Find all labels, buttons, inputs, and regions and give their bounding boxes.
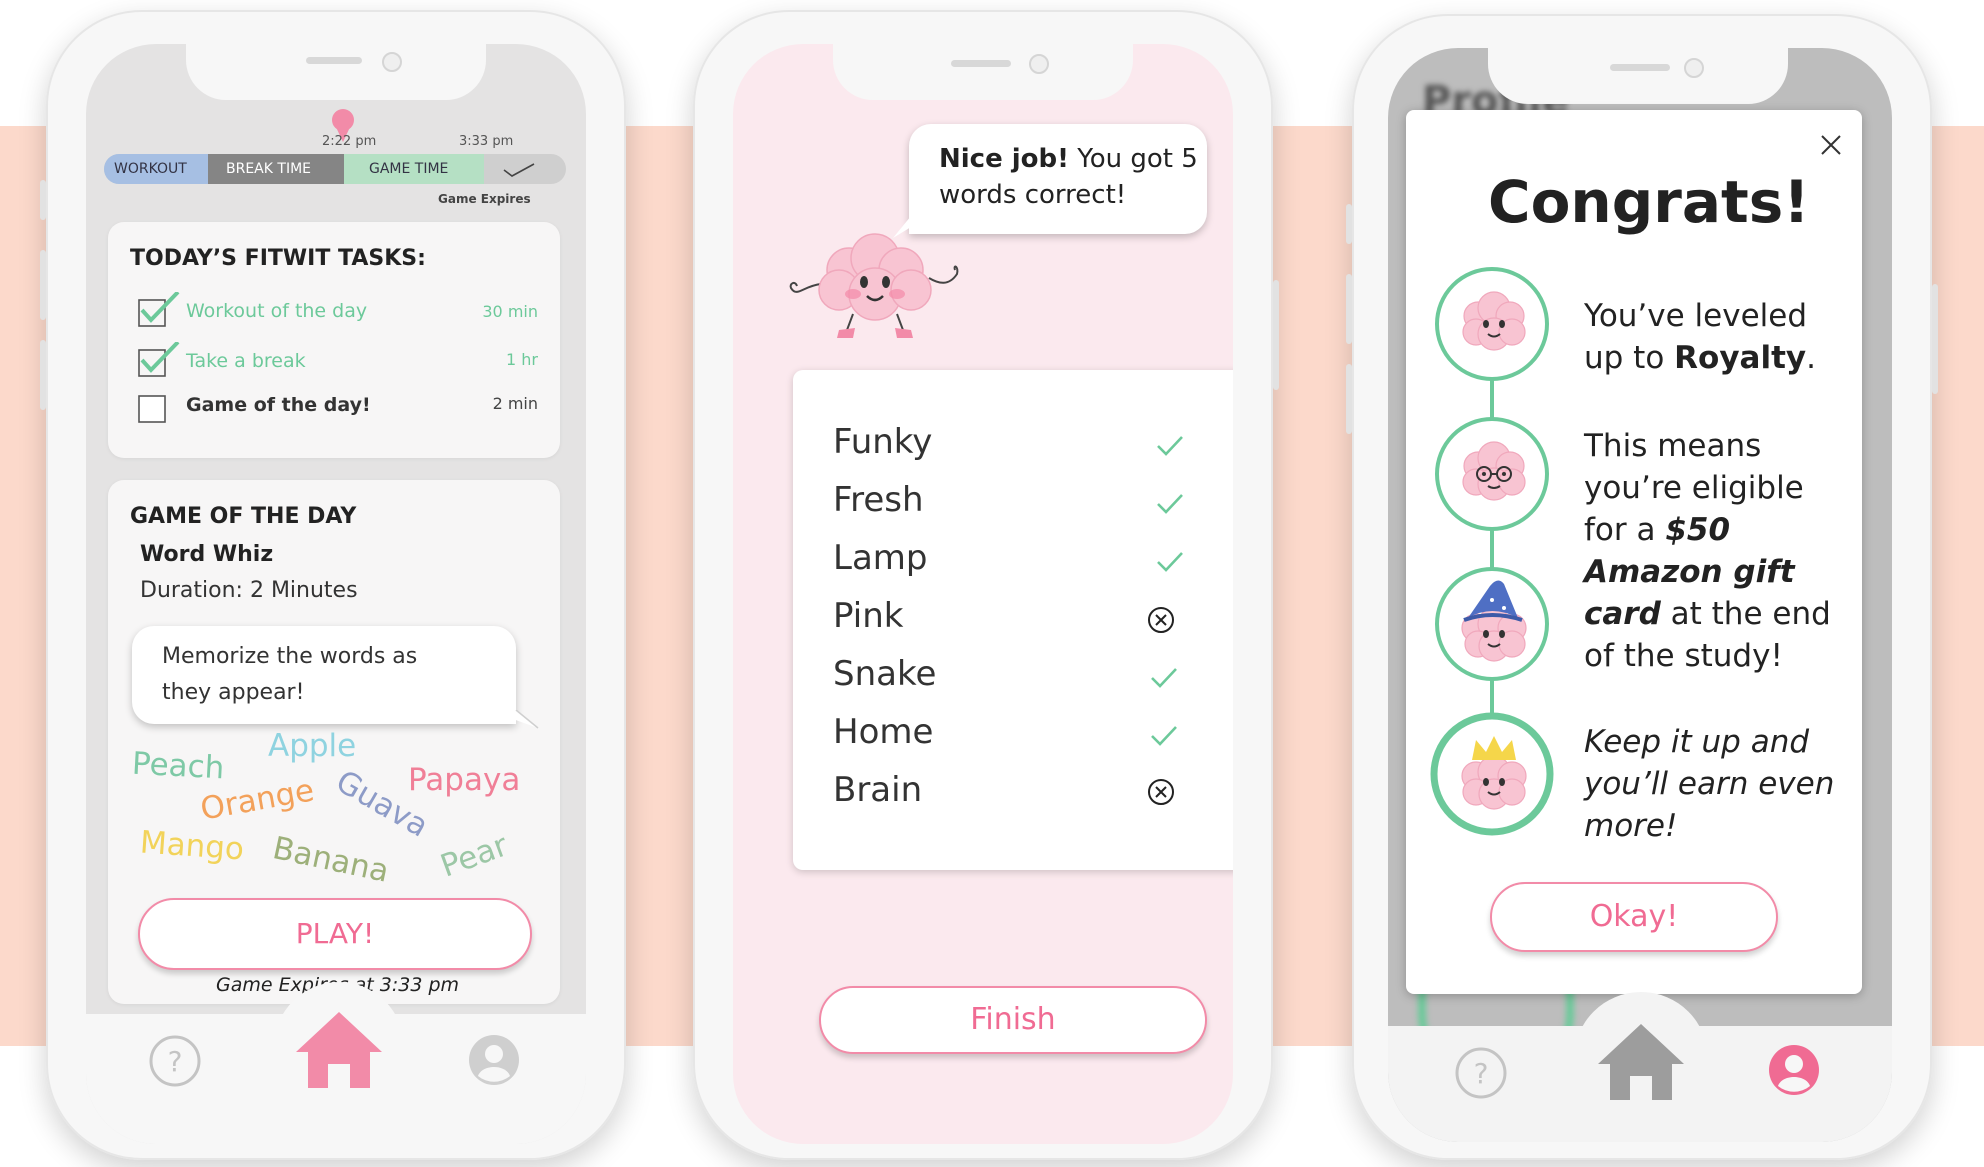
brain-mascot-icon	[789, 233, 959, 338]
reward-amount: $50	[1665, 512, 1731, 548]
word-peach: Peach	[131, 745, 226, 787]
play-button[interactable]: PLAY!	[138, 898, 532, 970]
correct-check-icon	[1151, 668, 1177, 688]
correct-check-icon	[1157, 552, 1183, 572]
result-word: Brain	[833, 770, 923, 810]
tasks-card: TODAY’S FITWIT TASKS: Workout of the day…	[108, 222, 560, 458]
brain-level-2-glasses-icon	[1435, 417, 1549, 531]
help-icon[interactable]: ?	[148, 1034, 202, 1088]
word-papaya: Papaya	[408, 762, 521, 798]
game-card: GAME OF THE DAY Word Whiz Duration: 2 Mi…	[108, 480, 560, 1004]
timeline-marker-time: 2:22 pm	[322, 134, 377, 149]
incorrect-x-icon	[1148, 779, 1174, 805]
phone-home: 2:22 pm 3:33 pm WORKOUT BREAK TIME GAME …	[40, 10, 626, 1160]
phone-congrats: Profile Congrats! You’ve leveled up to R…	[1346, 14, 1938, 1160]
game-duration: Duration: 2 Minutes	[140, 578, 358, 603]
result-word: Home	[833, 712, 934, 752]
bottom-nav: ?	[86, 982, 586, 1144]
word-mango: Mango	[138, 824, 246, 868]
phone-results: Nice job! You got 5 words correct! Funky…	[693, 10, 1279, 1160]
correct-check-icon	[1151, 726, 1177, 746]
level-text-line1: You’ve leveled	[1584, 298, 1808, 334]
timeline-end-time: 3:33 pm	[459, 134, 514, 149]
brain-level-4-crown-icon	[1430, 712, 1554, 836]
congrats-modal: Congrats! You’ve leveled up to Royalty. …	[1406, 110, 1862, 994]
result-word: Fresh	[833, 480, 924, 520]
result-word: Funky	[833, 422, 933, 462]
level-path-line	[1490, 320, 1494, 750]
word-apple: Apple	[268, 728, 357, 764]
timeline	[332, 109, 354, 142]
profile-icon[interactable]	[1766, 1042, 1822, 1098]
level-name: Royalty	[1674, 340, 1807, 376]
word-banana: Banana	[269, 830, 393, 890]
correct-check-icon	[1157, 494, 1183, 514]
profile-icon[interactable]	[466, 1032, 522, 1088]
task-row[interactable]: Take a break 1 hr	[138, 342, 538, 378]
timeline-check-icon	[503, 163, 535, 177]
svg-text:?: ?	[168, 1045, 183, 1078]
tasks-title: TODAY’S FITWIT TASKS:	[130, 246, 426, 271]
task-row[interactable]: Game of the day! 2 min	[138, 388, 538, 424]
instruction-bubble: Memorize the words as they appear!	[132, 626, 516, 724]
timeline-bar: WORKOUT BREAK TIME GAME TIME	[104, 154, 566, 184]
svg-text:?: ?	[1474, 1057, 1489, 1090]
result-word: Pink	[833, 596, 904, 636]
result-word: Snake	[833, 654, 937, 694]
checkbox-checked-icon[interactable]	[138, 342, 182, 378]
task-label: Workout of the day	[186, 300, 368, 322]
checkbox-checked-icon[interactable]	[138, 292, 182, 328]
word-pear: Pear	[435, 827, 513, 885]
game-heading: GAME OF THE DAY	[130, 504, 357, 529]
game-name: Word Whiz	[140, 542, 274, 567]
correct-check-icon	[1157, 436, 1183, 456]
task-duration: 2 min	[492, 394, 538, 413]
timeline-expires-label: Game Expires	[438, 192, 531, 206]
checkbox-empty-icon[interactable]	[138, 388, 182, 424]
task-duration: 30 min	[482, 302, 538, 321]
bubble-bold-text: Nice job!	[939, 144, 1070, 174]
reward-name: Amazon gift	[1584, 554, 1795, 590]
okay-button[interactable]: Okay!	[1490, 882, 1778, 952]
task-label: Take a break	[186, 350, 306, 372]
brain-level-3-wizard-icon	[1435, 567, 1549, 681]
home-screen: 2:22 pm 3:33 pm WORKOUT BREAK TIME GAME …	[86, 44, 586, 1144]
help-icon[interactable]: ?	[1454, 1046, 1508, 1100]
congrats-screen: Profile Congrats! You’ve leveled up to R…	[1388, 48, 1892, 1142]
nice-job-bubble: Nice job! You got 5 words correct!	[909, 124, 1207, 234]
modal-title: Congrats!	[1488, 168, 1810, 236]
finish-button[interactable]: Finish	[819, 986, 1207, 1054]
bottom-nav: ?	[1388, 992, 1892, 1142]
results-screen: Nice job! You got 5 words correct! Funky…	[733, 44, 1233, 1144]
results-card: Funky Fresh Lamp Pink Snake Home Brain	[793, 370, 1233, 870]
incorrect-x-icon	[1148, 607, 1174, 633]
home-icon[interactable]	[1596, 1022, 1686, 1102]
task-duration: 1 hr	[506, 350, 538, 369]
brain-level-1-icon	[1435, 267, 1549, 381]
task-row[interactable]: Workout of the day 30 min	[138, 292, 538, 328]
home-icon[interactable]	[294, 1010, 384, 1090]
task-label: Game of the day!	[186, 394, 371, 416]
result-word: Lamp	[833, 538, 928, 578]
close-icon[interactable]	[1816, 130, 1846, 160]
